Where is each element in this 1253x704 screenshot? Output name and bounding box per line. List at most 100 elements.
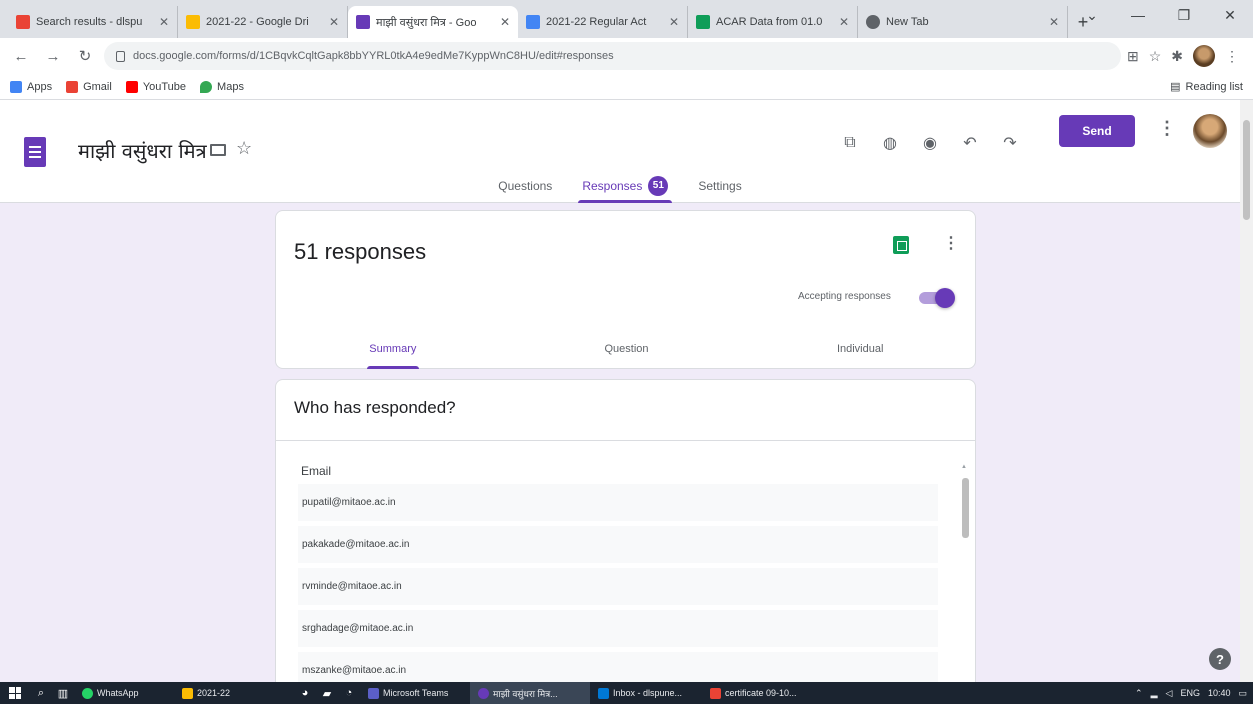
system-tray: ⌃ ▂ ◁ ENG 10:40 ▭ — [1135, 688, 1253, 699]
tab-question[interactable]: Question — [510, 329, 744, 369]
tab-search-icon[interactable]: ⌄ — [1069, 0, 1115, 30]
back-icon[interactable]: ← — [8, 43, 34, 69]
who-responded-card: Who has responded? Email pupatil@mitaoe.… — [275, 379, 976, 682]
tab-close-icon[interactable]: ✕ — [1049, 15, 1059, 29]
addon-icon[interactable]: ⧉ — [838, 131, 862, 155]
responses-more-icon[interactable]: ⋮ — [943, 233, 959, 253]
tab-label: Questions — [498, 178, 553, 193]
address-bar[interactable]: docs.google.com/forms/d/1CBqvkCqltGapk8b… — [104, 42, 1121, 70]
email-list-scrollbar-thumb[interactable] — [962, 478, 969, 538]
taskbar-search-icon[interactable]: ⌕ — [30, 682, 52, 704]
reading-list-label: Reading list — [1185, 80, 1243, 93]
browser-menu-icon[interactable]: ⋮ — [1225, 48, 1239, 65]
chrome-icon[interactable]: ◕ — [294, 682, 316, 704]
browser-tab[interactable]: 2021-22 Regular Act ✕ — [518, 6, 688, 38]
gmail-icon — [66, 80, 79, 93]
scroll-up-arrow-icon[interactable]: ▲ — [961, 464, 967, 470]
list-item[interactable]: srghadage@mitaoe.ac.in — [298, 610, 938, 647]
browser-tab-active[interactable]: माझी वसुंधरा मित्र - Goo ✕ — [348, 6, 518, 38]
more-options-icon[interactable]: ⋮ — [1158, 118, 1176, 139]
send-button[interactable]: Send — [1059, 115, 1135, 147]
taskbar-app[interactable]: Microsoft Teams — [360, 682, 470, 704]
taskbar-app[interactable]: 2021-22 — [174, 682, 294, 704]
language-indicator[interactable]: ENG — [1180, 688, 1200, 698]
tab-close-icon[interactable]: ✕ — [839, 15, 849, 29]
preview-eye-icon[interactable]: ◉ — [918, 131, 942, 155]
network-icon[interactable]: ▂ — [1151, 688, 1158, 699]
profile-avatar[interactable] — [1193, 45, 1215, 67]
divider — [276, 440, 975, 441]
tab-favicon-icon — [186, 15, 200, 29]
tab-close-icon[interactable]: ✕ — [159, 15, 169, 29]
redo-icon[interactable]: ↷ — [998, 131, 1022, 155]
taskbar-app[interactable]: WhatsApp — [74, 682, 174, 704]
apps-grid-icon — [10, 80, 22, 93]
taskbar-app-label: Microsoft Teams — [383, 688, 449, 698]
task-view-icon[interactable]: ▥ — [52, 682, 74, 704]
tab-close-icon[interactable]: ✕ — [500, 15, 510, 29]
tab-favicon-icon — [696, 15, 710, 29]
browser-toolbar: ← → ↻ docs.google.com/forms/d/1CBqvkCqlt… — [0, 38, 1253, 74]
tab-title: New Tab — [886, 16, 929, 28]
move-to-folder-icon[interactable] — [210, 144, 226, 156]
page-scrollbar-thumb[interactable] — [1243, 120, 1250, 220]
bookmark-star-icon[interactable]: ☆ — [1149, 48, 1162, 65]
taskbar-app[interactable]: Inbox - dlspune... — [590, 682, 702, 704]
tab-close-icon[interactable]: ✕ — [329, 15, 339, 29]
tab-favicon-icon — [866, 15, 880, 29]
windows-start-button[interactable] — [0, 682, 30, 704]
list-item[interactable]: pupatil@mitaoe.ac.in — [298, 484, 938, 521]
browser-tab[interactable]: Search results - dlspu ✕ — [8, 6, 178, 38]
bookmark-maps[interactable]: Maps — [200, 80, 244, 93]
translate-icon[interactable]: ⊞ — [1127, 48, 1139, 65]
extensions-icon[interactable]: ✱ — [1171, 48, 1183, 65]
form-title[interactable]: माझी वसुंधरा मित्र — [78, 137, 207, 164]
email-list-scrollbar[interactable]: ▲ — [959, 464, 971, 682]
tab-questions[interactable]: Questions — [494, 168, 556, 203]
clock[interactable]: 10:40 — [1208, 688, 1231, 698]
star-icon[interactable]: ☆ — [236, 138, 252, 159]
tray-chevron-icon[interactable]: ⌃ — [1135, 688, 1143, 699]
maximize-icon[interactable]: ❐ — [1161, 0, 1207, 30]
reload-icon[interactable]: ↻ — [72, 43, 98, 69]
sheets-icon[interactable] — [893, 236, 909, 254]
tab-summary[interactable]: Summary — [276, 329, 510, 369]
bookmark-gmail[interactable]: Gmail — [66, 80, 112, 93]
outlook-icon — [598, 687, 609, 699]
accepting-responses-label: Accepting responses — [798, 291, 891, 302]
responses-summary-card: 51 responses ⋮ Accepting responses Summa… — [275, 210, 976, 369]
browser-tab[interactable]: 2021-22 - Google Dri ✕ — [178, 6, 348, 38]
edge-icon[interactable]: ◔ — [338, 682, 360, 704]
list-item[interactable]: rvminde@mitaoe.ac.in — [298, 568, 938, 605]
palette-icon[interactable]: ◍ — [878, 131, 902, 155]
bookmark-apps[interactable]: Apps — [10, 80, 52, 93]
minimize-icon[interactable]: — — [1115, 0, 1161, 30]
forward-icon[interactable]: → — [40, 43, 66, 69]
browser-tab[interactable]: New Tab ✕ — [858, 6, 1068, 38]
browser-tab[interactable]: ACAR Data from 01.0 ✕ — [688, 6, 858, 38]
tab-close-icon[interactable]: ✕ — [669, 15, 679, 29]
volume-icon[interactable]: ◁ — [1166, 688, 1173, 699]
reading-list-button[interactable]: ▤ Reading list — [1170, 80, 1243, 94]
tab-responses[interactable]: Responses 51 — [578, 168, 673, 203]
notifications-icon[interactable]: ▭ — [1238, 688, 1247, 699]
tab-title: 2021-22 Regular Act — [546, 16, 647, 28]
taskbar-app-active[interactable]: माझी वसुंधरा मित्र... — [470, 682, 590, 704]
list-item[interactable]: pakakade@mitaoe.ac.in — [298, 526, 938, 563]
tab-settings[interactable]: Settings — [694, 168, 745, 203]
undo-icon[interactable]: ↶ — [958, 131, 982, 155]
account-avatar[interactable] — [1193, 114, 1227, 148]
bookmarks-bar: Apps Gmail YouTube Maps ▤ Reading list — [0, 74, 1253, 100]
bookmark-youtube[interactable]: YouTube — [125, 80, 186, 93]
header-tools: ⧉ ◍ ◉ ↶ ↷ — [838, 131, 1022, 155]
list-item[interactable]: mszanke@mitaoe.ac.in — [298, 652, 938, 682]
help-icon[interactable]: ? — [1209, 648, 1231, 670]
taskbar-app[interactable]: certificate 09-10... — [702, 682, 820, 704]
forms-logo-icon[interactable] — [24, 137, 46, 167]
window-close-icon[interactable]: ✕ — [1207, 0, 1253, 30]
page-scrollbar[interactable] — [1240, 100, 1253, 682]
form-nav-tabs: Questions Responses 51 Settings — [0, 168, 1240, 203]
file-explorer-icon[interactable]: ▰ — [316, 682, 338, 704]
accepting-responses-toggle[interactable] — [919, 288, 955, 308]
tab-individual[interactable]: Individual — [743, 329, 977, 369]
